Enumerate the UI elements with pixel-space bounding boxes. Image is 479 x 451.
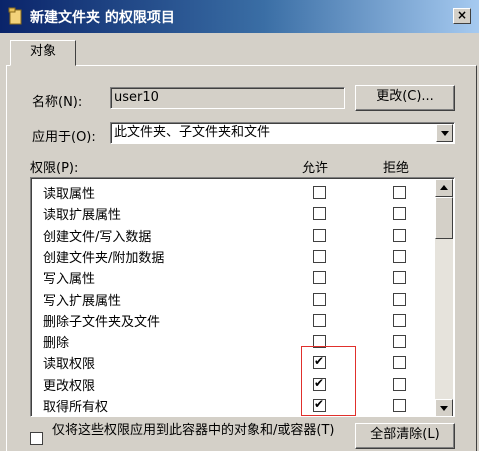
tab-object[interactable]: 对象 [10,40,76,66]
allow-checkbox[interactable] [313,313,326,327]
permission-row: 更改权限 [31,374,431,395]
permission-row: 删除子文件夹及文件 [31,310,431,331]
allow-checkbox[interactable] [313,292,326,306]
allow-checkbox[interactable] [313,271,326,285]
permission-label: 删除 [43,336,70,352]
permission-label: 读取属性 [43,187,96,202]
allow-column-header: 允许 [302,161,329,176]
clear-all-button[interactable]: 全部清除(L) [355,423,455,449]
apply-to-label: 应用于(O): [32,130,96,145]
scroll-down-icon[interactable] [435,399,453,416]
allow-checkbox[interactable] [313,207,326,221]
chevron-down-icon[interactable] [436,124,453,142]
apply-only-checkbox[interactable] [30,432,43,445]
permission-label: 创建文件/写入数据 [43,229,152,245]
name-field: user10 [110,87,345,109]
permission-label: 创建文件夹/附加数据 [43,250,165,266]
deny-checkbox[interactable] [393,292,406,306]
allow-checkbox[interactable] [313,249,326,263]
deny-checkbox[interactable] [393,207,406,221]
deny-checkbox[interactable] [393,377,406,391]
highlight-box [301,346,356,416]
name-label: 名称(N): [32,95,83,110]
permission-row: 读取扩展属性 [31,203,431,224]
permission-row: 写入属性 [31,267,431,288]
close-button[interactable]: × [453,8,471,24]
vertical-scrollbar[interactable] [435,179,453,416]
scroll-thumb[interactable] [435,197,453,239]
permission-label: 读取扩展属性 [43,208,122,224]
permission-label: 读取权限 [43,357,96,373]
allow-checkbox[interactable] [313,186,326,199]
permission-row: 读取属性 [31,182,431,203]
permission-row: 取得所有权 [31,395,431,416]
folder-icon [8,7,22,25]
deny-checkbox[interactable] [393,186,406,199]
permission-label: 更改权限 [43,378,96,394]
scroll-up-icon[interactable] [435,179,453,197]
permission-label: 删除子文件夹及文件 [43,314,161,330]
deny-checkbox[interactable] [393,271,406,285]
apply-only-label: 仅将这些权限应用到此容器中的对象和/或容器(T) [52,423,335,438]
deny-checkbox[interactable] [393,249,406,263]
permission-row: 删除 [31,331,431,352]
deny-checkbox[interactable] [393,313,406,327]
permission-row: 写入扩展属性 [31,289,431,310]
permission-row: 创建文件夹/附加数据 [31,246,431,267]
permission-label: 写入属性 [43,272,96,288]
deny-checkbox[interactable] [393,399,406,412]
permission-label: 写入扩展属性 [43,293,122,309]
apply-to-dropdown[interactable]: 此文件夹、子文件夹和文件 [110,122,455,144]
window-title: 新建文件夹 的权限项目 [30,10,175,26]
deny-checkbox[interactable] [393,335,406,349]
permission-row: 创建文件/写入数据 [31,225,431,246]
deny-checkbox[interactable] [393,356,406,370]
apply-to-value: 此文件夹、子文件夹和文件 [114,125,271,140]
deny-checkbox[interactable] [393,228,406,242]
title-bar[interactable]: 新建文件夹 的权限项目 × [0,0,479,33]
allow-checkbox[interactable] [313,228,326,242]
permission-label: 取得所有权 [43,400,109,415]
deny-column-header: 拒绝 [383,161,410,176]
permissions-list: 读取属性 读取扩展属性 创建文件/写入数据 创建文件夹/附加数据 写入属性 写入扩展属性删… [30,177,455,417]
change-button[interactable]: 更改(C)... [355,85,455,111]
permissions-label: 权限(P): [30,161,79,176]
permission-row: 读取权限 [31,352,431,373]
